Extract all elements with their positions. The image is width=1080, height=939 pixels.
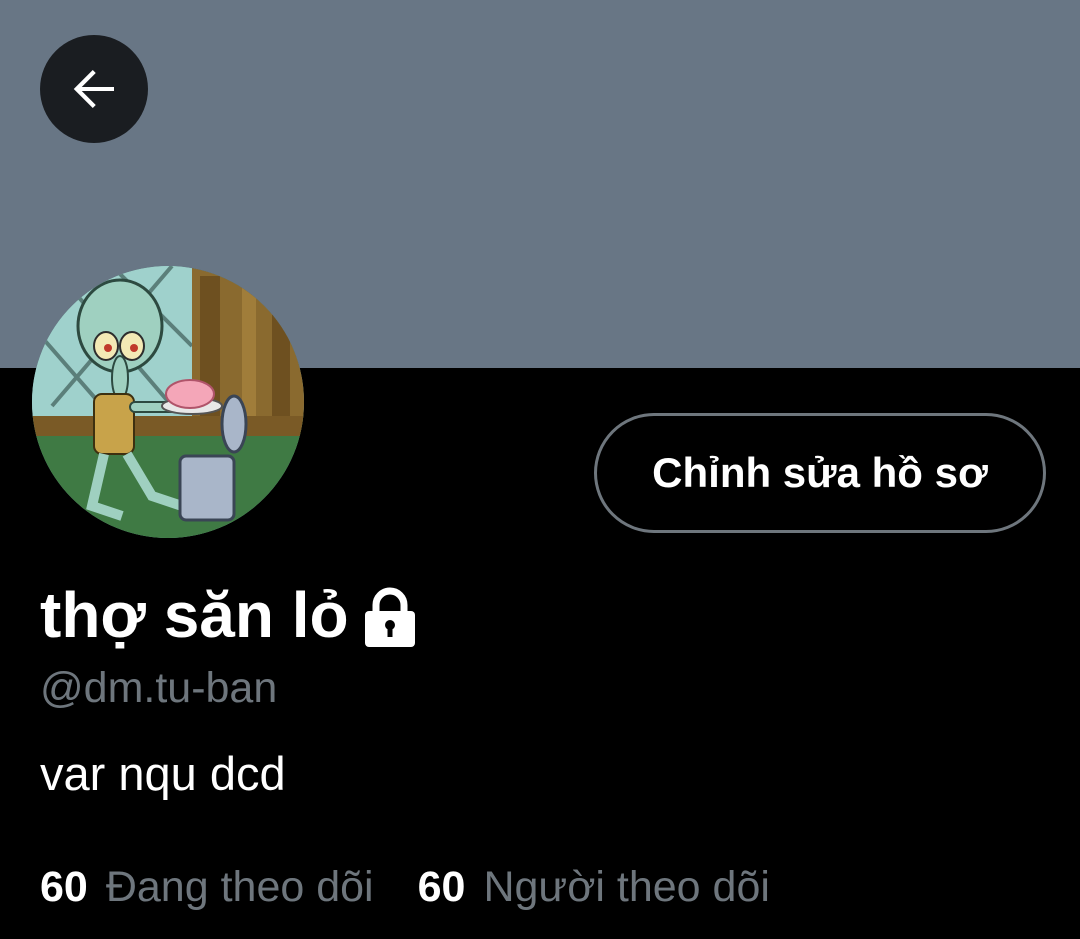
edit-profile-button[interactable]: Chỉnh sửa hồ sơ bbox=[594, 413, 1046, 533]
back-button[interactable] bbox=[40, 35, 148, 143]
profile-name-row: thợ săn lỏ bbox=[40, 575, 417, 655]
lock-icon bbox=[364, 587, 415, 647]
following-label: Đang theo dõi bbox=[105, 863, 374, 911]
following-link[interactable]: 60 Đang theo dõi bbox=[40, 858, 374, 916]
avatar-image bbox=[32, 266, 304, 538]
avatar[interactable] bbox=[32, 266, 304, 538]
profile-bio: var nqu dcd bbox=[40, 747, 286, 800]
display-name: thợ săn lỏ bbox=[40, 579, 349, 651]
followers-link[interactable]: 60 Người theo dõi bbox=[418, 858, 770, 916]
profile-handle: @dm.tu-ban bbox=[40, 664, 278, 712]
followers-label: Người theo dõi bbox=[483, 863, 770, 911]
profile-stats: 60 Đang theo dõi 60 Người theo dõi bbox=[40, 858, 770, 916]
following-count: 60 bbox=[40, 863, 88, 911]
followers-count: 60 bbox=[417, 863, 466, 911]
arrow-left-icon bbox=[73, 70, 114, 108]
